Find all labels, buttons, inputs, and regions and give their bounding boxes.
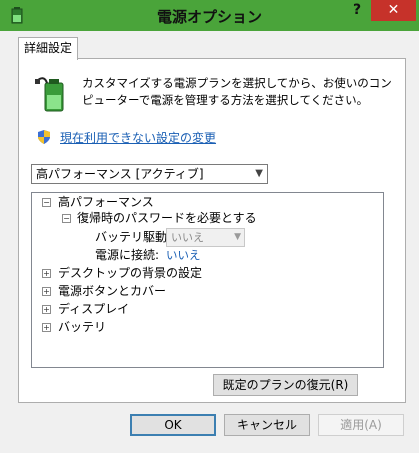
tree-item-display[interactable]: ディスプレイ (58, 301, 129, 317)
expand-display-expander[interactable]: + (42, 305, 51, 314)
cancel-button[interactable]: キャンセル (224, 414, 310, 436)
collapse-password-expander[interactable]: − (62, 214, 71, 223)
dropdown-arrow-icon: ▼ (255, 168, 263, 179)
power-options-window: 電源オプション ? ✕ 詳細設定 カスタマイズする電源プランを選択してから、お使… (0, 0, 419, 453)
apply-button[interactable]: 適用(A) (318, 414, 404, 436)
on-battery-label: バッテリ駆動: (95, 230, 172, 244)
tree-item-battery[interactable]: バッテリ (58, 319, 106, 335)
tab-advanced-settings[interactable]: 詳細設定 (18, 37, 78, 60)
plugged-in-label: 電源に接続: (95, 248, 160, 262)
on-battery-select[interactable]: いいえ ▼ (166, 228, 245, 247)
power-plan-select[interactable]: 高パフォーマンス [アクティブ] ▼ (31, 164, 268, 184)
title-bar[interactable]: 電源オプション ? ✕ (0, 0, 419, 31)
ok-button[interactable]: OK (130, 414, 216, 436)
tree-item-desktop-background[interactable]: デスクトップの背景の設定 (58, 265, 202, 281)
dropdown-arrow-icon: ▼ (234, 232, 241, 242)
tree-item-wake-password[interactable]: 復帰時のパスワードを必要とする (77, 210, 257, 226)
power-plan-value: 高パフォーマンス [アクティブ] (36, 167, 204, 181)
change-unavailable-settings-link[interactable]: 現在利用できない設定の変更 (60, 129, 216, 146)
collapse-root-expander[interactable]: − (42, 198, 51, 207)
tree-root-high-performance[interactable]: 高パフォーマンス (58, 194, 154, 210)
expand-desktop-background-expander[interactable]: + (42, 269, 51, 278)
description-text: カスタマイズする電源プランを選択してから、お使いのコンピューターで電源を管理する… (82, 76, 392, 107)
restore-plan-defaults-button[interactable]: 既定のプランの復元(R) (213, 374, 358, 396)
help-button[interactable]: ? (346, 2, 368, 22)
close-button[interactable]: ✕ (371, 0, 416, 21)
battery-plug-icon (35, 77, 64, 112)
expand-battery-expander[interactable]: + (42, 323, 51, 332)
uac-shield-icon (38, 130, 50, 144)
tree-item-power-buttons-lid[interactable]: 電源ボタンとカバー (58, 283, 166, 299)
plugged-in-value[interactable]: いいえ (166, 247, 201, 263)
expand-power-buttons-expander[interactable]: + (42, 287, 51, 296)
on-battery-value: いいえ (171, 231, 204, 244)
